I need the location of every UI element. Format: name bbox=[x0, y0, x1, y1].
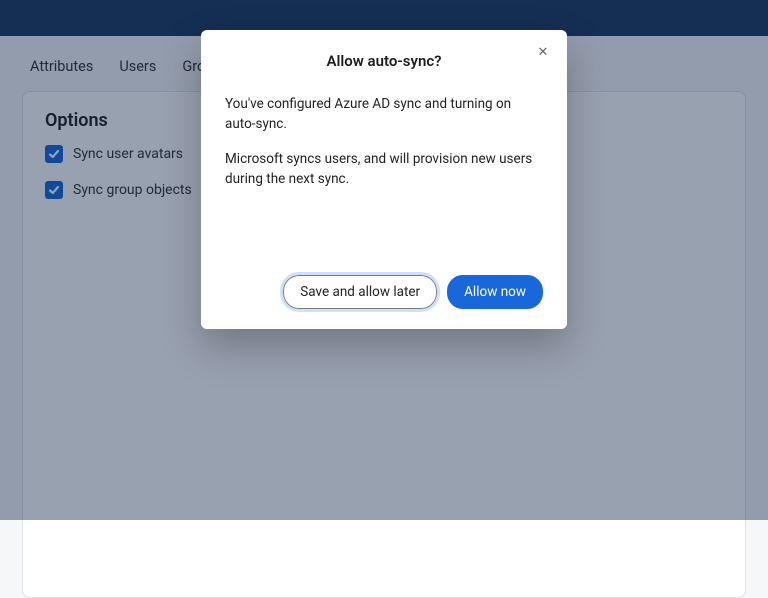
save-and-allow-later-button[interactable]: Save and allow later bbox=[283, 275, 437, 309]
modal-title: Allow auto-sync? bbox=[225, 52, 543, 70]
close-icon[interactable]: ✕ bbox=[533, 42, 553, 62]
modal-text-line: Microsoft syncs users, and will provisio… bbox=[225, 149, 543, 190]
allow-auto-sync-modal: ✕ Allow auto-sync? You've configured Azu… bbox=[201, 30, 567, 329]
modal-body: You've configured Azure AD sync and turn… bbox=[225, 94, 543, 189]
modal-text-line: You've configured Azure AD sync and turn… bbox=[225, 94, 543, 135]
allow-now-button[interactable]: Allow now bbox=[447, 275, 543, 309]
modal-actions: Save and allow later Allow now bbox=[225, 275, 543, 309]
